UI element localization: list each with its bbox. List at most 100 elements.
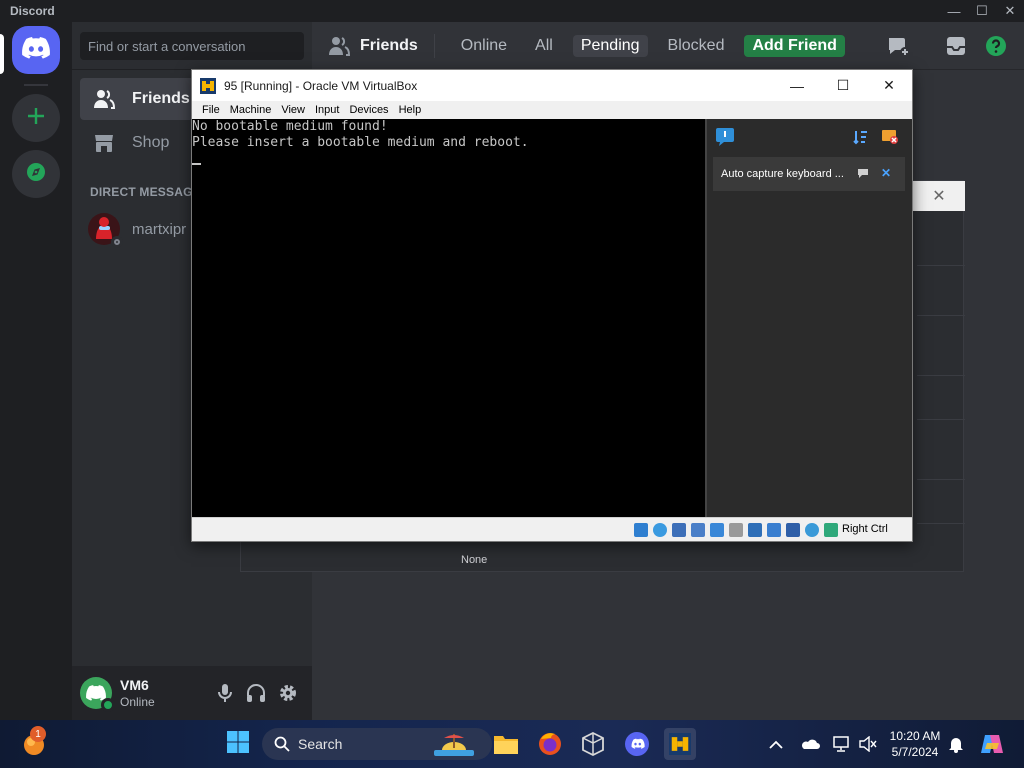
avatar[interactable] xyxy=(80,677,115,712)
sidebar-item-label: Shop xyxy=(132,134,170,151)
menu-input[interactable]: Input xyxy=(315,104,339,116)
windows-logo-icon xyxy=(226,730,250,759)
menu-machine[interactable]: Machine xyxy=(230,104,272,116)
home-button[interactable] xyxy=(12,26,60,74)
active-server-indicator xyxy=(0,34,4,74)
sort-icon[interactable] xyxy=(853,129,869,150)
tab-blocked[interactable]: Blocked xyxy=(660,35,733,57)
page-title-text: Friends xyxy=(360,36,418,54)
system-clock[interactable]: 10:20 AM 5/7/2024 xyxy=(880,728,950,760)
gear-icon[interactable] xyxy=(276,681,300,705)
notification-close-icon[interactable]: ✕ xyxy=(881,166,891,180)
console-line: No bootable medium found! xyxy=(192,119,388,134)
taskbar-search[interactable]: Search xyxy=(262,728,492,760)
notification-badge: 1 xyxy=(30,726,46,742)
new-group-dm-icon[interactable] xyxy=(886,34,910,58)
maximize-button[interactable]: ☐ xyxy=(970,0,994,22)
page-title: Friends xyxy=(328,35,418,57)
vbox-vm-taskbar-button[interactable] xyxy=(664,728,696,760)
menu-view[interactable]: View xyxy=(281,104,305,116)
menu-help[interactable]: Help xyxy=(399,104,422,116)
vbox-menubar: File Machine View Input Devices Help xyxy=(192,101,912,119)
row-divider xyxy=(917,375,965,376)
menu-file[interactable]: File xyxy=(202,104,220,116)
clock-time: 10:20 AM xyxy=(889,729,941,743)
firefox-button[interactable] xyxy=(534,728,566,760)
row-divider xyxy=(917,479,965,480)
row-divider xyxy=(917,523,965,524)
start-button[interactable] xyxy=(222,728,254,760)
notification-item: Auto capture keyboard ... ✕ xyxy=(713,157,905,191)
menu-devices[interactable]: Devices xyxy=(349,104,388,116)
discord-taskbar-button[interactable] xyxy=(621,728,653,760)
plus-icon xyxy=(26,106,46,131)
dm-name: martxipr xyxy=(132,220,187,238)
row-divider xyxy=(917,315,965,316)
server-rail xyxy=(0,22,72,720)
vbox-titlebar: 95 [Running] - Oracle VM VirtualBox — ☐ … xyxy=(192,70,912,101)
message-icon[interactable] xyxy=(715,127,735,152)
online-status-icon xyxy=(101,698,115,712)
optical-drive-icon[interactable] xyxy=(653,523,667,537)
network-icon[interactable] xyxy=(691,523,705,537)
tab-all[interactable]: All xyxy=(527,35,561,57)
display-icon[interactable] xyxy=(748,523,762,537)
explore-servers-button[interactable] xyxy=(12,150,60,198)
row-divider xyxy=(917,265,965,266)
sidebar-item-label: Friends xyxy=(132,90,190,107)
vbox-title: 95 [Running] - Oracle VM VirtualBox xyxy=(224,78,418,93)
tab-online[interactable]: Online xyxy=(453,35,515,57)
help-icon[interactable] xyxy=(984,34,1008,58)
hard-disk-icon[interactable] xyxy=(634,523,648,537)
inbox-icon[interactable] xyxy=(944,34,968,58)
friends-icon xyxy=(328,35,350,57)
network-monitor-icon[interactable] xyxy=(828,728,856,760)
volume-muted-icon[interactable] xyxy=(854,728,882,760)
bell-icon[interactable] xyxy=(942,728,970,760)
add-server-button[interactable] xyxy=(12,94,60,142)
notification-text: Auto capture keyboard ... xyxy=(721,168,844,180)
clock-date: 5/7/2024 xyxy=(891,745,939,759)
host-key-label: Right Ctrl xyxy=(842,523,888,535)
file-explorer-button[interactable] xyxy=(490,728,522,760)
rail-separator xyxy=(24,84,48,86)
dialog-close-button[interactable]: ✕ xyxy=(913,181,965,211)
conversation-search[interactable]: Find or start a conversation xyxy=(80,32,304,60)
onedrive-icon[interactable] xyxy=(796,728,824,760)
discord-logo-icon xyxy=(22,36,50,64)
audio-icon[interactable] xyxy=(672,523,686,537)
speech-bubble-icon[interactable] xyxy=(857,168,869,181)
recording-icon[interactable] xyxy=(767,523,781,537)
headphones-icon[interactable] xyxy=(244,681,268,705)
user-status: Online xyxy=(120,695,155,709)
keyboard-capture-icon[interactable] xyxy=(824,523,838,537)
shared-folders-icon[interactable] xyxy=(729,523,743,537)
usb-icon[interactable] xyxy=(710,523,724,537)
notification-center: Auto capture keyboard ... ✕ xyxy=(705,119,912,517)
chevron-up-icon[interactable] xyxy=(762,728,790,760)
vbox-minimize-button[interactable]: — xyxy=(774,70,820,101)
mouse-integration-icon[interactable] xyxy=(805,523,819,537)
vbox-close-button[interactable]: ✕ xyxy=(866,70,912,101)
app-title: Discord xyxy=(10,4,55,18)
clear-notifications-icon[interactable] xyxy=(881,129,899,150)
vbox-statusbar: Right Ctrl xyxy=(192,517,912,541)
tab-pending[interactable]: Pending xyxy=(572,34,648,57)
vbox-maximize-button[interactable]: ☐ xyxy=(820,70,866,101)
minimize-button[interactable]: — xyxy=(942,0,966,22)
virtualization-icon[interactable] xyxy=(786,523,800,537)
vm-display[interactable]: No bootable medium found! Please insert … xyxy=(192,119,705,517)
taskbar: Search 10:20 AM 5/7/2024 xyxy=(0,720,1024,768)
add-friend-button[interactable]: Add Friend xyxy=(744,34,845,57)
avatar xyxy=(88,213,123,248)
virtualbox-taskbar-button[interactable] xyxy=(577,728,609,760)
virtualbox-logo-icon xyxy=(200,77,216,94)
row-divider xyxy=(917,419,965,420)
friends-topbar: Friends Online All Pending Blocked Add F… xyxy=(312,22,1024,70)
microphone-icon[interactable] xyxy=(213,681,237,705)
close-button[interactable]: ✕ xyxy=(998,0,1022,22)
copilot-icon[interactable] xyxy=(976,728,1008,760)
text-cursor xyxy=(192,163,201,165)
topbar-separator xyxy=(433,33,435,58)
shop-icon xyxy=(92,131,116,155)
